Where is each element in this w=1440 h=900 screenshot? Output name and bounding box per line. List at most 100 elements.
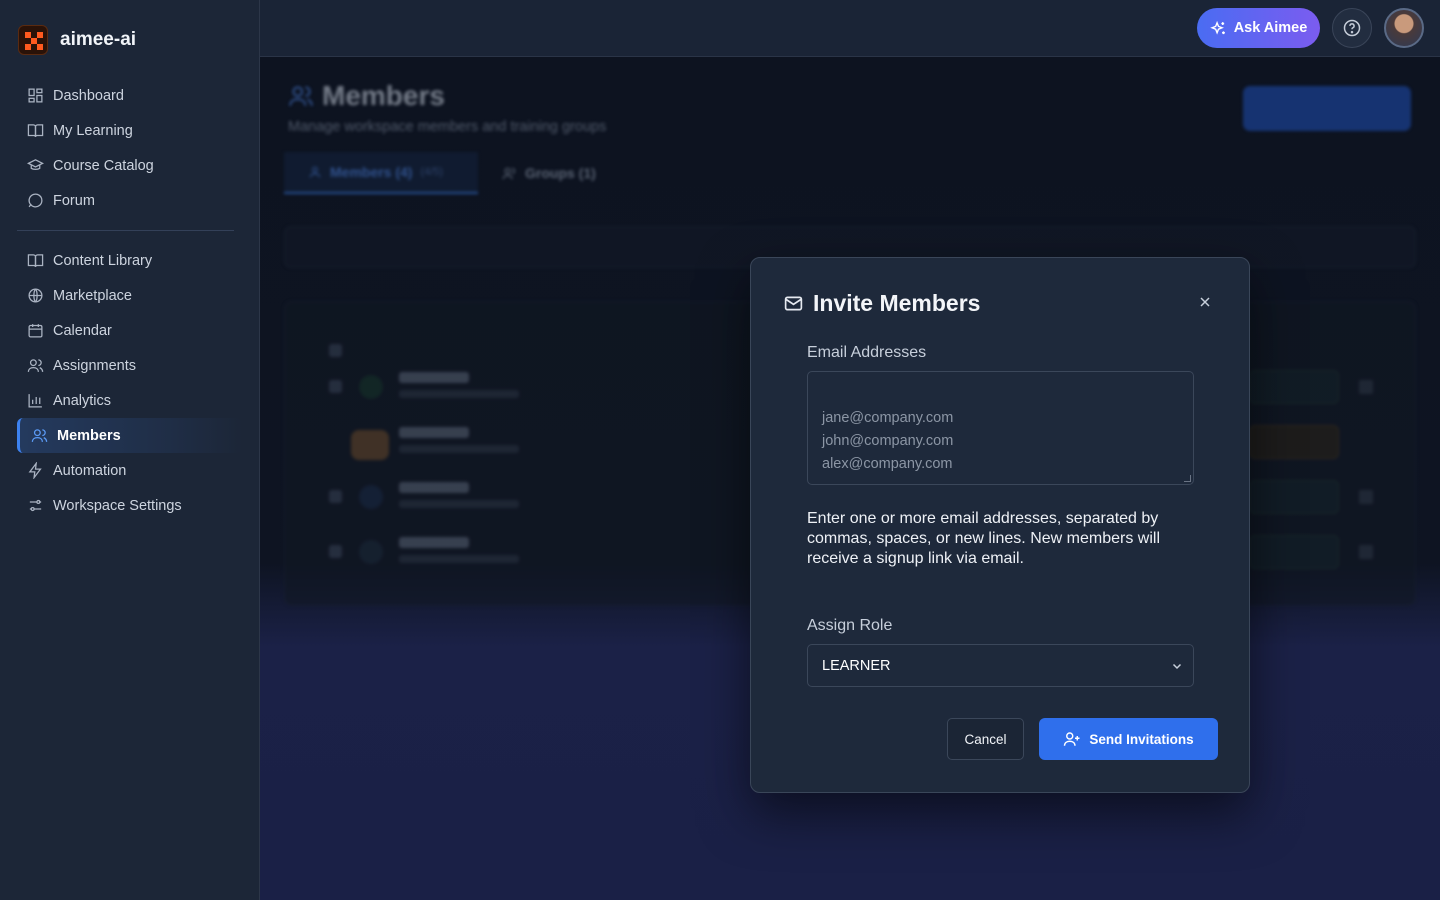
row-checkbox[interactable] [329,545,342,558]
user-avatar[interactable] [1384,8,1424,48]
book-open-icon [27,254,44,267]
member-name-placeholder [399,372,469,383]
sidebar-item-label: Course Catalog [53,157,154,174]
close-icon[interactable] [1197,294,1213,310]
avatar [359,375,383,399]
member-email-placeholder [399,555,519,563]
tab-groups[interactable]: Groups (1) [478,152,620,194]
send-invitations-label: Send Invitations [1089,731,1194,747]
role-select[interactable] [1249,535,1339,569]
trash-icon[interactable] [1359,490,1373,504]
page-title: Members [288,80,445,112]
role-label: Assign Role [807,617,893,634]
row-checkbox[interactable] [329,380,342,393]
sliders-icon [29,499,42,512]
role-select[interactable] [1249,370,1339,404]
sidebar-item-label: Content Library [53,252,153,269]
lightning-icon [28,462,42,479]
sidebar-primary-nav: Dashboard My Learning Course Catalog For… [0,78,259,218]
email-helper-text: Enter one or more email addresses, separ… [807,510,1160,567]
modal-title: Invite Members [813,290,981,316]
sidebar-item-assignments[interactable]: Assignments [17,348,242,383]
calendar-icon [28,324,43,338]
members-tabs: Members (4) (4/5) Groups (1) [284,152,620,194]
page-title-text: Members [322,80,445,111]
member-email-placeholder [399,445,519,453]
sidebar-item-forum[interactable]: Forum [17,183,242,218]
avatar [359,540,383,564]
trash-icon[interactable] [1359,545,1373,559]
resize-grip-icon[interactable] [1184,475,1191,482]
brand-name: aimee-ai [60,29,137,50]
user-plus-icon [1064,732,1080,746]
user-icon [309,166,321,178]
member-email-placeholder [399,390,519,398]
dashboard-icon [28,88,43,103]
invite-members-button[interactable] [1243,86,1411,131]
email-placeholder: jane@company.com john@company.com alex@c… [822,410,954,472]
avatar [359,485,383,509]
cancel-button[interactable]: Cancel [947,718,1024,760]
role-select[interactable] [1249,480,1339,514]
member-email-placeholder [399,500,519,508]
page-subtitle: Manage workspace members and training gr… [288,119,607,135]
sidebar-item-label: Analytics [53,392,112,409]
send-invitations-button[interactable]: Send Invitations [1039,718,1218,760]
chat-bubble-icon [28,193,43,208]
sidebar-item-label: Members [57,427,121,444]
email-label: Email Addresses [807,344,927,361]
member-name-placeholder [399,482,469,493]
sidebar-item-calendar[interactable]: Calendar [17,313,242,348]
sidebar-item-members[interactable]: Members [17,418,242,453]
trash-icon[interactable] [1359,380,1373,394]
book-open-icon [27,124,44,137]
invite-members-modal: Invite Members Email Addresses jane@comp… [750,257,1250,793]
sidebar-item-automation[interactable]: Automation [17,453,242,488]
mail-icon [784,296,803,311]
sidebar-item-label: My Learning [53,122,133,139]
globe-icon [28,288,43,303]
tab-members-count: (4/5) [420,166,444,178]
role-select-value: LEARNER [822,657,891,674]
email-addresses-textarea[interactable]: jane@company.com john@company.com alex@c… [807,371,1194,485]
avatar [351,430,389,460]
sidebar-item-label: Marketplace [53,287,132,304]
sidebar-item-label: Automation [53,462,127,479]
sidebar-item-my-learning[interactable]: My Learning [17,113,242,148]
sidebar-item-course-catalog[interactable]: Course Catalog [17,148,242,183]
sidebar-item-label: Assignments [53,357,137,374]
bar-chart-icon [28,394,42,408]
sidebar-item-label: Workspace Settings [53,497,182,514]
help-circle-icon [1343,19,1361,37]
member-name-placeholder [399,427,469,438]
role-select[interactable] [1249,425,1339,459]
sidebar-divider [17,230,234,231]
role-select[interactable]: LEARNER [807,644,1194,687]
sparkles-icon [1209,20,1225,35]
tab-members-label: Members (4) [330,164,413,180]
row-checkbox[interactable] [329,490,342,503]
brand-logo [18,25,48,55]
sidebar-item-analytics[interactable]: Analytics [17,383,242,418]
users-icon [502,167,516,179]
member-name-placeholder [399,537,469,548]
sidebar-secondary-nav: Content Library Marketplace Calendar Ass… [0,243,259,523]
modal-header: Invite Members [783,290,980,317]
sidebar-item-marketplace[interactable]: Marketplace [17,278,242,313]
sidebar-item-workspace-settings[interactable]: Workspace Settings [17,488,242,523]
sidebar-item-label: Forum [53,192,95,209]
sidebar-item-label: Dashboard [53,87,124,104]
brand[interactable]: aimee-ai [0,0,259,80]
ask-aimee-button[interactable]: Ask Aimee [1197,8,1320,48]
select-all-checkbox[interactable] [329,344,342,357]
sidebar-item-content-library[interactable]: Content Library [17,243,242,278]
graduation-cap-icon [27,159,44,171]
topbar: Ask Aimee [260,0,1440,57]
users-icon [31,429,48,442]
users-icon [289,86,313,106]
sidebar-item-dashboard[interactable]: Dashboard [17,78,242,113]
tab-members[interactable]: Members (4) (4/5) [284,152,478,194]
chevron-down-icon [1172,663,1182,670]
help-button[interactable] [1332,8,1372,48]
sidebar-item-label: Calendar [53,322,112,339]
